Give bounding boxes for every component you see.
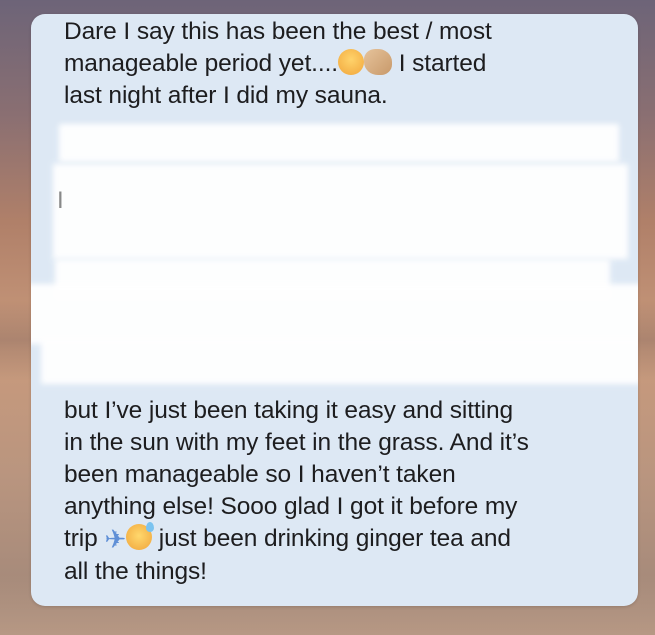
message-line: trip ✈ just been drinking ginger tea and	[64, 522, 624, 556]
message-line: all the things!	[64, 558, 207, 585]
message-line: but I’ve just been taking it easy and si…	[64, 397, 514, 424]
message-fragment: I started	[392, 50, 487, 77]
message-fragment: trip	[64, 525, 98, 552]
message-line: been manageable so I haven’t taken	[64, 461, 456, 488]
message-fragment: just been drinking ginger tea and	[152, 525, 511, 552]
message-line: anything else! Sooo glad I got it before…	[64, 493, 518, 520]
message-line: manageable period yet.... I started	[64, 48, 624, 80]
airplane-icon: ✈	[104, 525, 127, 555]
flushed-face-icon	[338, 49, 364, 75]
message-fragment: manageable period yet....	[64, 50, 338, 77]
redaction-block	[41, 339, 638, 384]
redaction-block	[53, 164, 628, 259]
message-line: in the sun with my feet in the grass. An…	[64, 429, 529, 456]
message-text-top: Dare I say this has been the best / most…	[64, 16, 624, 112]
redaction-block	[31, 284, 638, 344]
message-bubble: Dare I say this has been the best / most…	[31, 14, 638, 606]
message-text-bottom: but I’ve just been taking it easy and si…	[64, 395, 624, 588]
clapping-hands-icon	[364, 49, 392, 75]
message-line: Dare I say this has been the best / most	[64, 18, 492, 45]
redaction-remnant: I	[57, 187, 64, 214]
grinning-sweat-face-icon	[126, 522, 155, 550]
message-line: last night after I did my sauna.	[64, 82, 388, 109]
redaction-block	[59, 124, 619, 162]
